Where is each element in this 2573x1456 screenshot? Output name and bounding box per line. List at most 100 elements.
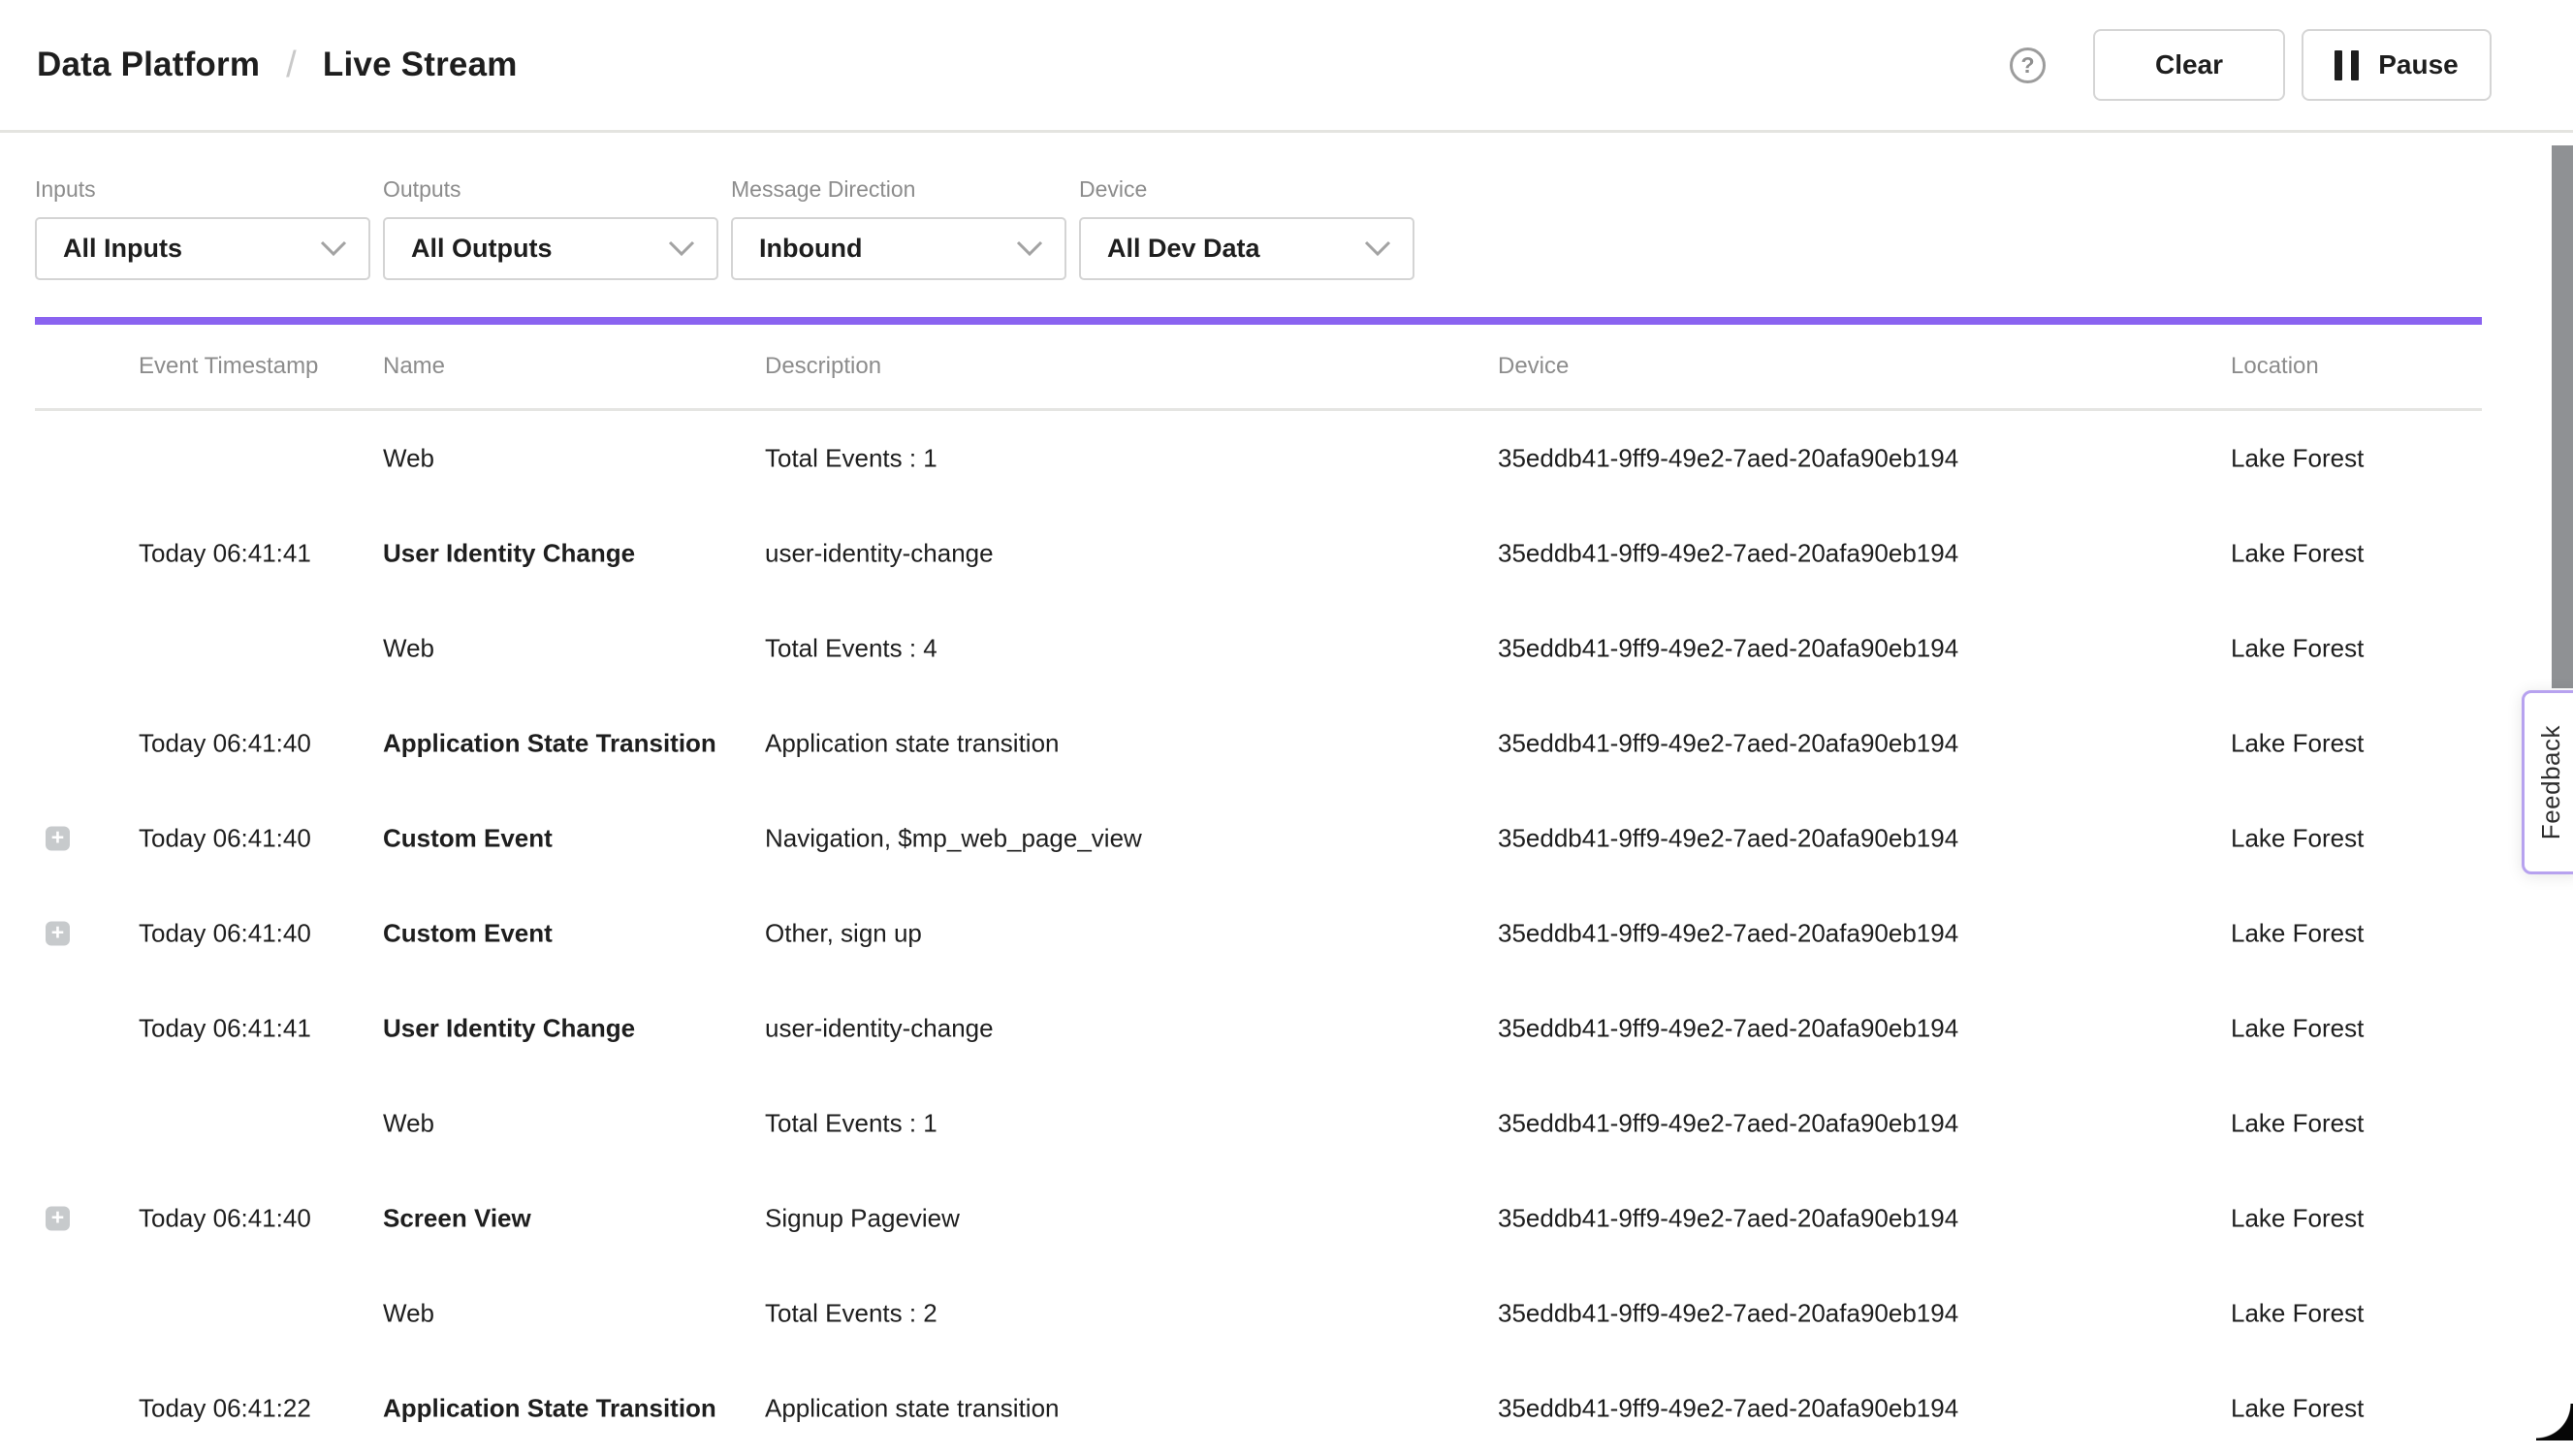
cell-name: User Identity Change — [383, 1014, 635, 1044]
cell-event-timestamp: Today 06:41:41 — [139, 539, 311, 569]
column-header-name: Name — [383, 353, 445, 380]
table-row[interactable]: + Today 06:41:22 Application State Trans… — [0, 1361, 2573, 1456]
cell-name: Custom Event — [383, 919, 553, 949]
column-header-device: Device — [1498, 353, 1569, 380]
cell-device: 35eddb41-9ff9-49e2-7aed-20afa90eb194 — [1498, 1109, 1958, 1139]
cell-description: user-identity-change — [765, 1014, 994, 1044]
filter-device-label: Device — [1079, 176, 1414, 203]
cell-event-timestamp: Today 06:41:41 — [139, 1014, 311, 1044]
table-row[interactable]: + Web Total Events : 4 35eddb41-9ff9-49e… — [0, 601, 2573, 696]
table-row[interactable]: + Web Total Events : 1 35eddb41-9ff9-49e… — [0, 411, 2573, 506]
help-icon[interactable]: ? — [2010, 47, 2046, 83]
chevron-down-icon — [668, 240, 695, 257]
table-header-row: Event Timestamp Name Description Device … — [35, 325, 2482, 411]
cell-location: Lake Forest — [2231, 539, 2364, 569]
message-direction-dropdown[interactable]: Inbound — [731, 217, 1066, 280]
expand-plus-icon[interactable]: + — [46, 922, 70, 946]
filter-message-direction: Message Direction Inbound — [731, 176, 1066, 280]
cell-event-timestamp: Today 06:41:40 — [139, 824, 311, 854]
cell-description: Signup Pageview — [765, 1204, 960, 1234]
cell-device: 35eddb41-9ff9-49e2-7aed-20afa90eb194 — [1498, 919, 1958, 949]
cell-location: Lake Forest — [2231, 1204, 2364, 1234]
filter-inputs: Inputs All Inputs — [35, 176, 370, 280]
cell-device: 35eddb41-9ff9-49e2-7aed-20afa90eb194 — [1498, 1299, 1958, 1329]
column-header-description: Description — [765, 353, 881, 380]
breadcrumb-separator-icon: / — [286, 45, 297, 86]
expand-plus-icon[interactable]: + — [46, 827, 70, 851]
cell-device: 35eddb41-9ff9-49e2-7aed-20afa90eb194 — [1498, 1014, 1958, 1044]
table-row[interactable]: + Today 06:41:41 User Identity Change us… — [0, 981, 2573, 1076]
clear-button[interactable]: Clear — [2093, 29, 2285, 101]
page-header: Data Platform / Live Stream ? Clear Paus… — [0, 0, 2573, 133]
cell-location: Lake Forest — [2231, 634, 2364, 664]
cell-event-timestamp: Today 06:41:22 — [139, 1394, 311, 1424]
cell-location: Lake Forest — [2231, 1014, 2364, 1044]
pause-button-label: Pause — [2378, 49, 2459, 80]
cell-event-timestamp: Today 06:41:40 — [139, 729, 311, 759]
outputs-dropdown-value: All Outputs — [411, 234, 552, 264]
feedback-tab[interactable]: Feedback — [2522, 690, 2573, 874]
device-dropdown[interactable]: All Dev Data — [1079, 217, 1414, 280]
event-table: + Web Total Events : 1 35eddb41-9ff9-49e… — [0, 411, 2573, 1456]
column-header-location: Location — [2231, 353, 2319, 380]
cell-location: Lake Forest — [2231, 1394, 2364, 1424]
help-glyph: ? — [2020, 52, 2034, 79]
cell-device: 35eddb41-9ff9-49e2-7aed-20afa90eb194 — [1498, 729, 1958, 759]
pause-icon — [2335, 50, 2359, 80]
cell-description: Total Events : 2 — [765, 1299, 937, 1329]
cell-description: Navigation, $mp_web_page_view — [765, 824, 1142, 854]
table-row[interactable]: + Web Total Events : 1 35eddb41-9ff9-49e… — [0, 1076, 2573, 1171]
cell-description: Application state transition — [765, 729, 1060, 759]
cell-location: Lake Forest — [2231, 729, 2364, 759]
cell-name: Custom Event — [383, 824, 553, 854]
filters-bar: Inputs All Inputs Outputs All Outputs Me… — [0, 133, 2573, 280]
chevron-down-icon — [320, 240, 347, 257]
filter-outputs: Outputs All Outputs — [383, 176, 718, 280]
filter-outputs-label: Outputs — [383, 176, 718, 203]
cell-device: 35eddb41-9ff9-49e2-7aed-20afa90eb194 — [1498, 1394, 1958, 1424]
cell-location: Lake Forest — [2231, 444, 2364, 474]
column-header-event-timestamp: Event Timestamp — [139, 353, 318, 380]
table-row[interactable]: + Today 06:41:40 Screen View Signup Page… — [0, 1171, 2573, 1266]
table-row[interactable]: + Web Total Events : 2 35eddb41-9ff9-49e… — [0, 1266, 2573, 1361]
outputs-dropdown[interactable]: All Outputs — [383, 217, 718, 280]
table-row[interactable]: + Today 06:41:40 Custom Event Other, sig… — [0, 886, 2573, 981]
cell-description: user-identity-change — [765, 539, 994, 569]
table-row[interactable]: + Today 06:41:40 Custom Event Navigation… — [0, 791, 2573, 886]
page-title: Live Stream — [323, 46, 518, 84]
cell-name: User Identity Change — [383, 539, 635, 569]
cell-description: Total Events : 1 — [765, 444, 937, 474]
cell-event-timestamp: Today 06:41:40 — [139, 919, 311, 949]
table-row[interactable]: + Today 06:41:40 Application State Trans… — [0, 696, 2573, 791]
cell-event-timestamp: Today 06:41:40 — [139, 1204, 311, 1234]
cell-device: 35eddb41-9ff9-49e2-7aed-20afa90eb194 — [1498, 634, 1958, 664]
message-direction-dropdown-value: Inbound — [759, 234, 862, 264]
expand-plus-icon[interactable]: + — [46, 1207, 70, 1231]
window-corner — [2536, 1404, 2573, 1440]
filter-device: Device All Dev Data — [1079, 176, 1414, 280]
filter-message-direction-label: Message Direction — [731, 176, 1066, 203]
cell-name: Web — [383, 1109, 434, 1139]
cell-name: Screen View — [383, 1204, 531, 1234]
cell-description: Total Events : 1 — [765, 1109, 937, 1139]
breadcrumb: Data Platform / Live Stream — [37, 45, 518, 86]
feedback-tab-label: Feedback — [2536, 725, 2566, 839]
scrollbar-thumb[interactable] — [2552, 145, 2573, 688]
breadcrumb-section[interactable]: Data Platform — [37, 46, 260, 84]
cell-device: 35eddb41-9ff9-49e2-7aed-20afa90eb194 — [1498, 1204, 1958, 1234]
cell-name: Web — [383, 634, 434, 664]
accent-divider — [35, 317, 2482, 325]
cell-location: Lake Forest — [2231, 919, 2364, 949]
cell-name: Application State Transition — [383, 1394, 716, 1424]
cell-name: Web — [383, 1299, 434, 1329]
cell-name: Web — [383, 444, 434, 474]
cell-location: Lake Forest — [2231, 824, 2364, 854]
cell-device: 35eddb41-9ff9-49e2-7aed-20afa90eb194 — [1498, 539, 1958, 569]
cell-description: Total Events : 4 — [765, 634, 937, 664]
cell-device: 35eddb41-9ff9-49e2-7aed-20afa90eb194 — [1498, 444, 1958, 474]
inputs-dropdown[interactable]: All Inputs — [35, 217, 370, 280]
filter-inputs-label: Inputs — [35, 176, 370, 203]
header-actions: ? Clear Pause — [2010, 29, 2492, 101]
pause-button[interactable]: Pause — [2302, 29, 2492, 101]
table-row[interactable]: + Today 06:41:41 User Identity Change us… — [0, 506, 2573, 601]
